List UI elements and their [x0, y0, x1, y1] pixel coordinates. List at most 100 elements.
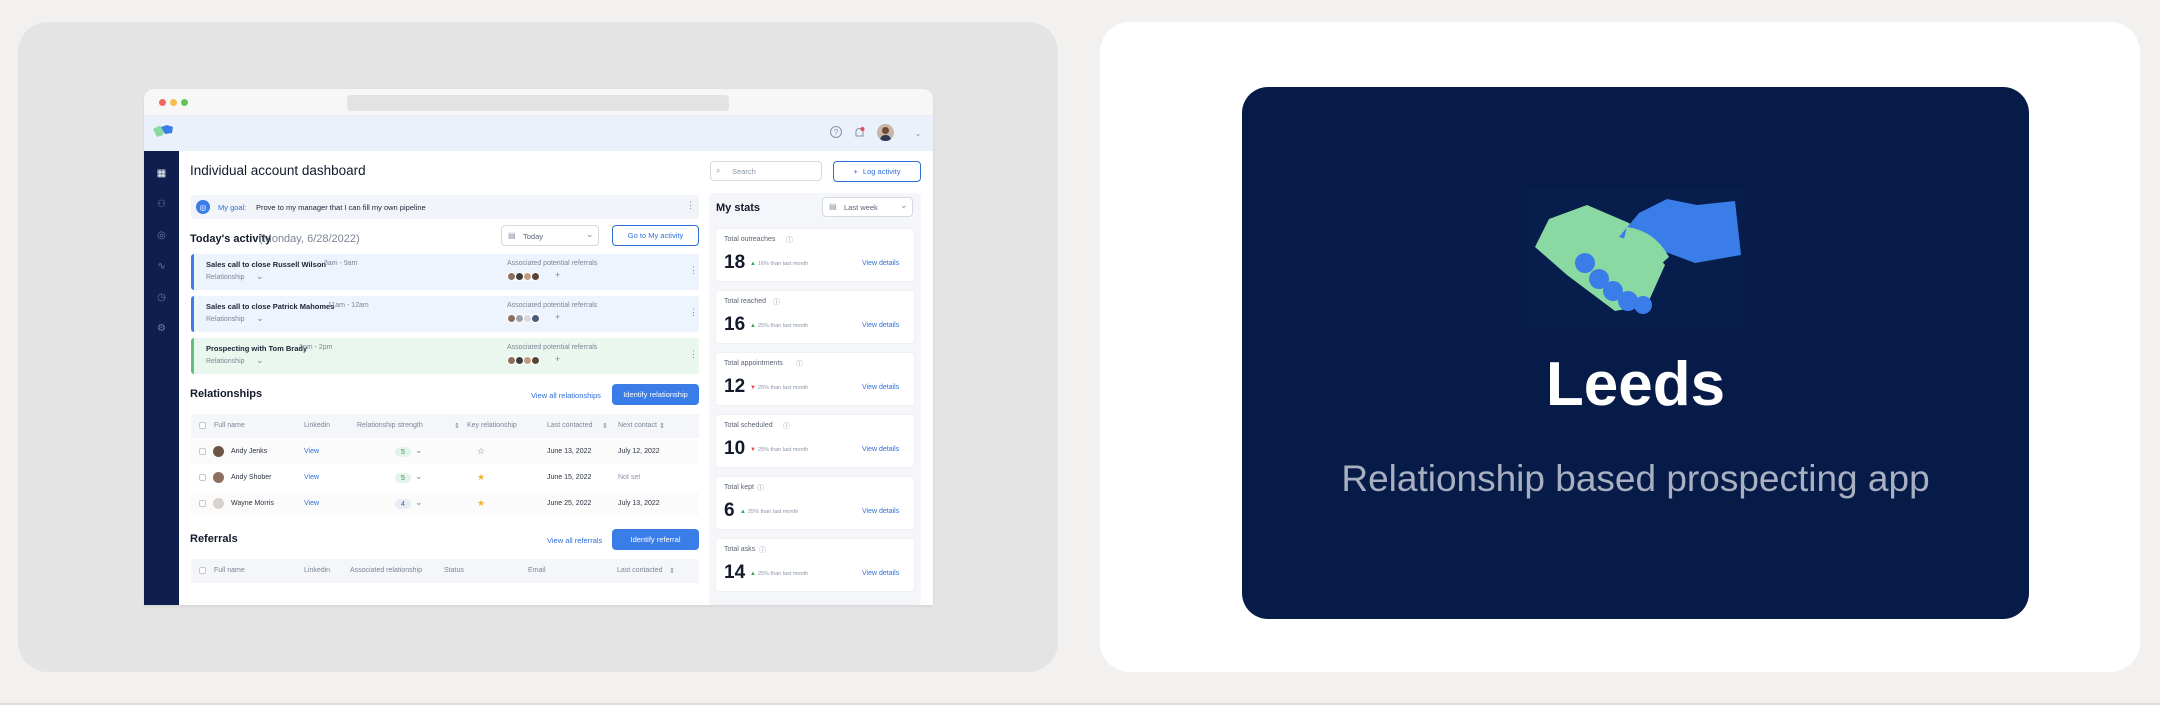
- plus-icon[interactable]: +: [555, 270, 560, 280]
- more-vertical-icon[interactable]: ⋮: [689, 307, 698, 318]
- logo-icon[interactable]: [152, 124, 174, 140]
- column-header[interactable]: Next contact: [618, 422, 657, 429]
- identify-referral-button[interactable]: Identify referral: [612, 529, 699, 550]
- row-checkbox[interactable]: [199, 448, 206, 455]
- help-circle-icon[interactable]: ?: [830, 126, 842, 138]
- search-input[interactable]: ⌕ Search: [710, 161, 822, 181]
- column-header[interactable]: Last contacted: [617, 567, 663, 574]
- column-header: Associated relationship: [350, 567, 422, 574]
- dashboard-main: Individual account dashboard ⌕ Search + L…: [179, 151, 933, 605]
- screenshot-panel: ? ⌄ ▦ ⚇ ◎ ∿ ◷ ⚙ Individual account dashb…: [18, 22, 1058, 672]
- column-header: Status: [444, 567, 464, 574]
- linkedin-link[interactable]: View: [304, 448, 319, 455]
- chevron-down-icon[interactable]: ⌄: [256, 313, 264, 324]
- view-details-link[interactable]: View details: [862, 446, 899, 453]
- info-icon[interactable]: ⓘ: [796, 359, 803, 369]
- view-details-link[interactable]: View details: [862, 570, 899, 577]
- app-subtitle: Relationship based prospecting app: [1341, 458, 1930, 499]
- info-icon[interactable]: ⓘ: [786, 235, 793, 245]
- log-activity-button[interactable]: + Log activity: [833, 161, 921, 182]
- avatar[interactable]: [877, 124, 894, 141]
- chevron-down-icon[interactable]: ⌄: [256, 271, 264, 282]
- view-details-link[interactable]: View details: [862, 322, 899, 329]
- info-icon[interactable]: ⓘ: [773, 297, 780, 307]
- activity-card[interactable]: Prospecting with Tom Brady 1pm - 2pm Rel…: [191, 338, 699, 374]
- target-icon[interactable]: ◎: [155, 229, 168, 242]
- trend-down-icon: ▼: [750, 385, 756, 391]
- sort-icon[interactable]: ⇕: [602, 422, 608, 430]
- app-header: ? ⌄: [144, 116, 933, 151]
- maximize-dot[interactable]: [181, 99, 188, 106]
- info-icon[interactable]: ⓘ: [783, 421, 790, 431]
- chevron-down-icon[interactable]: ⌄: [911, 126, 925, 140]
- column-header[interactable]: Full name: [214, 422, 245, 429]
- stat-card: Total kept ⓘ 6 ▲ 25% than last month Vie…: [715, 476, 915, 530]
- row-checkbox[interactable]: [199, 474, 206, 481]
- handshake-icon: [1527, 187, 1743, 327]
- activity-card[interactable]: Sales call to close Patrick Mahomes 11am…: [191, 296, 699, 332]
- url-bar[interactable]: [347, 95, 729, 111]
- settings-icon[interactable]: ⚙: [155, 322, 168, 335]
- view-details-link[interactable]: View details: [862, 384, 899, 391]
- target-icon: ◎: [196, 200, 210, 214]
- select-all-checkbox[interactable]: [199, 567, 206, 574]
- stat-card: Total asks ⓘ 14 ▲ 25% than last month Vi…: [715, 538, 915, 592]
- linkedin-link[interactable]: View: [304, 500, 319, 507]
- view-all-relationships-link[interactable]: View all relationships: [531, 391, 601, 400]
- browser-chrome: [144, 89, 933, 116]
- plus-icon: +: [853, 167, 858, 176]
- referral-avatars: [507, 272, 540, 281]
- trend-up-icon: ▲: [750, 323, 756, 329]
- info-icon[interactable]: ⓘ: [757, 483, 764, 493]
- view-details-link[interactable]: View details: [862, 508, 899, 515]
- chevron-down-icon[interactable]: ⌄: [415, 497, 423, 508]
- chevron-down-icon[interactable]: ⌄: [415, 471, 423, 482]
- browser-window: ? ⌄ ▦ ⚇ ◎ ∿ ◷ ⚙ Individual account dashb…: [144, 89, 933, 605]
- go-to-activity-button[interactable]: Go to My activity: [612, 225, 699, 246]
- column-header: Linkedin: [304, 422, 331, 429]
- chevron-down-icon: ⌄: [586, 229, 594, 239]
- info-icon[interactable]: ⓘ: [759, 545, 766, 555]
- sidebar: ▦ ⚇ ◎ ∿ ◷ ⚙: [144, 151, 179, 605]
- sort-icon[interactable]: ⇕: [659, 422, 665, 430]
- column-header: Key relationship: [467, 422, 517, 429]
- search-icon: ⌕: [716, 166, 721, 175]
- clock-icon[interactable]: ◷: [155, 291, 168, 304]
- app-title: Leeds: [1545, 350, 1726, 419]
- more-vertical-icon[interactable]: ⋮: [689, 265, 698, 276]
- minimize-dot[interactable]: [170, 99, 177, 106]
- column-header[interactable]: Relationship strength: [357, 422, 423, 429]
- more-vertical-icon[interactable]: ⋮: [686, 200, 695, 211]
- close-dot[interactable]: [159, 99, 166, 106]
- star-filled-icon[interactable]: ★: [477, 498, 485, 509]
- more-vertical-icon[interactable]: ⋮: [689, 349, 698, 360]
- plus-icon[interactable]: +: [555, 312, 560, 322]
- date-filter-select[interactable]: ▤ Today ⌄: [501, 225, 599, 246]
- row-checkbox[interactable]: [199, 500, 206, 507]
- select-all-checkbox[interactable]: [199, 422, 206, 429]
- referral-avatars: [507, 356, 540, 365]
- chevron-down-icon[interactable]: ⌄: [256, 355, 264, 366]
- star-outline-icon[interactable]: ☆: [477, 446, 485, 457]
- activity-icon[interactable]: ∿: [155, 260, 168, 273]
- activity-card[interactable]: Sales call to close Russell Wilson 8am -…: [191, 254, 699, 290]
- identify-relationship-button[interactable]: Identify relationship: [612, 384, 699, 405]
- section-title-referrals: Referrals: [190, 533, 238, 545]
- stat-card: Total scheduled ⓘ 10 ▼ 25% than last mon…: [715, 414, 915, 468]
- grid-icon[interactable]: ▦: [155, 167, 168, 180]
- view-all-referrals-link[interactable]: View all referrals: [547, 536, 602, 545]
- sort-icon[interactable]: ⇕: [454, 422, 460, 430]
- view-details-link[interactable]: View details: [862, 260, 899, 267]
- linkedin-link[interactable]: View: [304, 474, 319, 481]
- trend-up-icon: ▲: [750, 571, 756, 577]
- chevron-down-icon[interactable]: ⌄: [415, 445, 423, 456]
- bell-icon[interactable]: [852, 126, 866, 140]
- column-header[interactable]: Last contacted: [547, 422, 593, 429]
- plus-icon[interactable]: +: [555, 354, 560, 364]
- goal-bar: ◎ My goal: Prove to my manager that I ca…: [191, 195, 699, 219]
- users-icon[interactable]: ⚇: [155, 198, 168, 211]
- star-filled-icon[interactable]: ★: [477, 472, 485, 483]
- stats-period-select[interactable]: ▤ Last week ⌄: [822, 197, 913, 217]
- stat-card: Total outreaches ⓘ 18 ▲ 16% than last mo…: [715, 228, 915, 282]
- sort-icon[interactable]: ⇕: [669, 567, 675, 575]
